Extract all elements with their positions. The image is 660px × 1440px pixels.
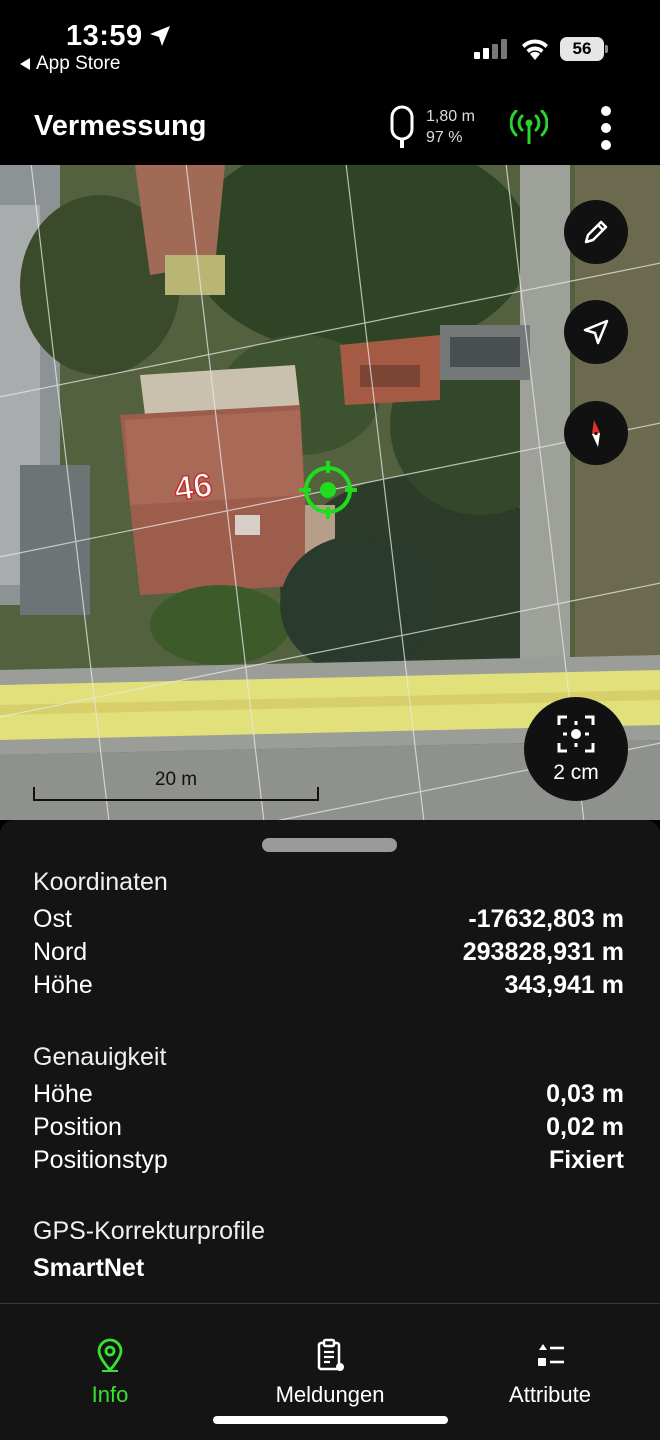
house-number-label: 46: [172, 466, 215, 509]
tab-meldungen[interactable]: Meldungen: [220, 1304, 440, 1414]
row-label: Ost: [33, 905, 72, 933]
status-time: 13:59: [66, 20, 143, 52]
accuracy-row-position: Position 0,02 m: [33, 1113, 624, 1146]
correction-profile-value: SmartNet: [33, 1254, 145, 1282]
correction-title: GPS-Korrekturprofile: [33, 1217, 266, 1245]
tab-info[interactable]: Info: [0, 1304, 220, 1414]
back-label: App Store: [36, 53, 121, 74]
status-bar: 13:59 App Store 56: [0, 0, 660, 90]
antenna-signal-icon[interactable]: [510, 110, 548, 146]
cell-signal-icon: [474, 39, 507, 59]
coord-row-east: Ost -17632,803 m: [33, 905, 624, 938]
accuracy-value: 2 cm: [553, 761, 599, 784]
map-view[interactable]: 46 2 cm 20 m: [0, 165, 660, 820]
navigate-button[interactable]: [564, 300, 628, 364]
map-pin-icon: [97, 1338, 123, 1372]
accuracy-title: Genauigkeit: [33, 1043, 167, 1071]
tab-label: Info: [91, 1382, 129, 1407]
focus-target-icon: [557, 715, 595, 753]
row-value: 0,03 m: [546, 1080, 624, 1108]
back-to-app-store[interactable]: App Store: [20, 53, 121, 75]
row-value: 0,02 m: [546, 1113, 624, 1141]
accuracy-target-button[interactable]: 2 cm: [524, 697, 628, 801]
accuracy-row-type: Positionstyp Fixiert: [33, 1146, 624, 1179]
location-arrow-icon: [150, 26, 170, 46]
tab-label: Attribute: [509, 1382, 591, 1407]
accuracy-row-height: Höhe 0,03 m: [33, 1080, 624, 1113]
gnss-receiver-icon[interactable]: [389, 105, 415, 149]
edit-button[interactable]: [564, 200, 628, 264]
row-label: Nord: [33, 938, 88, 966]
row-value: 293828,931 m: [462, 938, 624, 966]
wifi-icon: [522, 39, 548, 60]
back-arrow-icon: [20, 58, 30, 70]
tab-label: Meldungen: [275, 1382, 385, 1407]
row-value: 343,941 m: [504, 971, 624, 999]
compass-icon: [592, 420, 600, 447]
device-battery: 97 %: [426, 129, 463, 146]
home-indicator[interactable]: [213, 1416, 448, 1424]
more-options-icon[interactable]: [594, 105, 618, 151]
battery-indicator: 56: [560, 37, 608, 61]
coordinates-title: Koordinaten: [33, 868, 168, 896]
clipboard-icon: [317, 1338, 344, 1371]
row-label: Positionstyp: [33, 1146, 168, 1174]
device-height: 1,80 m: [426, 108, 475, 125]
compass-button[interactable]: [564, 401, 628, 465]
page-title: Vermessung: [34, 110, 207, 142]
battery-level: 56: [560, 37, 604, 61]
app-header: Vermessung 1,80 m 97 %: [0, 90, 660, 165]
coord-row-north: Nord 293828,931 m: [33, 938, 624, 971]
coord-row-height: Höhe 343,941 m: [33, 971, 624, 1004]
row-label: Position: [33, 1113, 122, 1141]
map-scale-bar: 20 m: [33, 769, 319, 801]
navigation-arrow-icon: [583, 319, 609, 345]
sheet-drag-handle[interactable]: [262, 838, 397, 852]
row-label: Höhe: [33, 971, 93, 999]
tab-attribute[interactable]: Attribute: [440, 1304, 660, 1414]
list-icon: [538, 1344, 564, 1366]
row-value: Fixiert: [548, 1146, 624, 1174]
row-label: Höhe: [33, 1080, 93, 1108]
info-sheet: Koordinaten Ost -17632,803 m Nord 293828…: [0, 820, 660, 1304]
pencil-icon: [584, 220, 608, 244]
row-value: -17632,803 m: [468, 905, 624, 933]
